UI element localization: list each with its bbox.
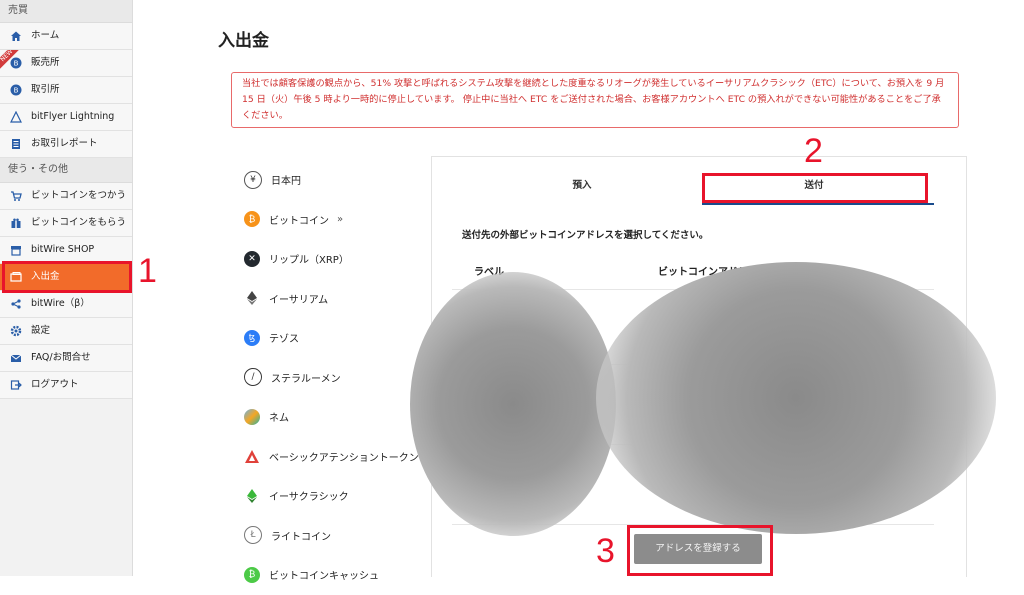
shop-icon	[10, 244, 22, 256]
sidebar-item-home[interactable]: ホーム	[0, 23, 132, 50]
annotation-number-2: 2	[804, 132, 823, 170]
nem-icon	[244, 408, 260, 425]
bat-icon	[244, 448, 260, 465]
currency-item-xem[interactable]: ネム	[244, 397, 424, 437]
currency-item-jpy[interactable]: ¥ 日本円	[244, 160, 424, 200]
sidebar-item-sales[interactable]: NEW B 販売所	[0, 50, 132, 77]
cart-icon	[10, 190, 22, 202]
currency-label: ステラルーメン	[271, 373, 341, 385]
lightning-icon	[10, 111, 22, 123]
currency-label: ネム	[269, 413, 289, 425]
sidebar-section-other: 使う・その他	[0, 158, 132, 183]
sidebar-item-label: bitWire SHOP	[31, 244, 95, 255]
currency-item-bch[interactable]: ₿ ビットコインキャッシュ	[244, 555, 424, 595]
sidebar-item-label: 設定	[31, 325, 51, 336]
currency-item-xlm[interactable]: ∕ ステラルーメン	[244, 358, 424, 398]
currency-label: ビットコインキャッシュ	[269, 571, 379, 583]
sidebar-item-label: 販売所	[31, 57, 60, 68]
sidebar-item-label: ホーム	[31, 30, 60, 41]
sidebar-item-label: 取引所	[31, 84, 60, 95]
page-title: 入出金	[218, 31, 269, 51]
currency-label: ベーシックアテンショントークン	[269, 452, 419, 464]
currency-label: 日本円	[271, 176, 301, 188]
report-icon	[10, 138, 22, 150]
highlight-box-2	[702, 173, 928, 203]
currency-label: ビットコイン	[269, 215, 329, 227]
currency-item-etc[interactable]: イーサクラシック	[244, 476, 424, 516]
currency-item-btc[interactable]: ₿ ビットコイン »	[244, 200, 424, 240]
sidebar-item-label: bitWire（β）	[31, 298, 90, 309]
svg-text:B: B	[14, 60, 19, 68]
sidebar-item-label: お取引レポート	[31, 138, 98, 149]
sidebar-item-exchange[interactable]: B 取引所	[0, 77, 132, 104]
currency-item-eth[interactable]: イーサリアム	[244, 279, 424, 319]
logout-icon	[10, 379, 22, 391]
svg-text:B: B	[14, 87, 19, 95]
home-icon	[10, 30, 22, 42]
highlight-box-3	[627, 525, 773, 576]
sidebar-item-report[interactable]: お取引レポート	[0, 131, 132, 158]
xrp-icon: ✕	[244, 250, 260, 267]
annotation-number-3: 3	[596, 532, 615, 570]
sidebar-item-use-bitcoin[interactable]: ビットコインをつかう	[0, 183, 132, 210]
redaction-blur	[410, 272, 616, 536]
yen-icon: ¥	[244, 170, 262, 189]
sidebar-item-get-bitcoin[interactable]: ビットコインをもらう	[0, 210, 132, 237]
sidebar-item-settings[interactable]: 設定	[0, 318, 132, 345]
currency-label: テゾス	[269, 334, 299, 346]
sidebar-item-lightning[interactable]: bitFlyer Lightning	[0, 104, 132, 131]
currency-item-xrp[interactable]: ✕ リップル（XRP）	[244, 239, 424, 279]
highlight-box-1	[2, 261, 132, 293]
tezos-icon: ꜩ	[244, 329, 260, 346]
currency-list: ¥ 日本円 ₿ ビットコイン » ✕ リップル（XRP） イーサリアム ꜩ テゾ…	[244, 160, 424, 595]
etc-icon	[244, 487, 260, 504]
sidebar-item-label: ビットコインをつかう	[31, 190, 127, 201]
instruction-text: 送付先の外部ビットコインアドレスを選択してください。	[462, 230, 709, 241]
double-chevron-icon: »	[337, 213, 344, 225]
currency-label: イーサリアム	[269, 294, 329, 306]
gear-icon	[10, 325, 22, 337]
ethereum-icon	[244, 290, 260, 307]
sidebar-section-trade: 売買	[0, 0, 132, 23]
sidebar-item-logout[interactable]: ログアウト	[0, 372, 132, 399]
redaction-blur	[596, 262, 996, 534]
currency-item-ltc[interactable]: Ł ライトコイン	[244, 516, 424, 556]
litecoin-icon: Ł	[244, 526, 262, 545]
bitcoin-icon: ₿	[244, 211, 260, 228]
currency-label: リップル（XRP）	[269, 255, 349, 267]
currency-label: イーサクラシック	[269, 492, 349, 504]
currency-item-xtz[interactable]: ꜩ テゾス	[244, 318, 424, 358]
stellar-icon: ∕	[244, 368, 262, 387]
currency-label: ライトコイン	[271, 531, 331, 543]
sidebar-item-faq[interactable]: FAQ/お問合せ	[0, 345, 132, 372]
bitcoin-icon: B	[10, 57, 22, 69]
bch-icon: ₿	[244, 566, 260, 583]
sidebar-item-label: FAQ/お問合せ	[31, 352, 91, 363]
sidebar-item-shop[interactable]: bitWire SHOP	[0, 237, 132, 264]
tab-deposit[interactable]: 預入	[492, 173, 672, 199]
sidebar-item-bitwire[interactable]: bitWire（β）	[0, 291, 132, 318]
tab-underline	[702, 203, 934, 205]
sidebar-item-label: ログアウト	[31, 379, 79, 390]
sidebar-item-label: ビットコインをもらう	[31, 217, 127, 228]
mail-icon	[10, 352, 22, 364]
bitcoin-icon: B	[10, 84, 22, 96]
sidebar-item-label: bitFlyer Lightning	[31, 111, 115, 122]
annotation-number-1: 1	[138, 252, 157, 290]
notice-box: 当社では顧客保護の観点から、51% 攻撃と呼ばれるシステム攻撃を継続とした度重な…	[231, 72, 959, 128]
share-icon	[10, 298, 22, 310]
gift-icon	[10, 217, 22, 229]
currency-item-bat[interactable]: ベーシックアテンショントークン	[244, 437, 424, 477]
